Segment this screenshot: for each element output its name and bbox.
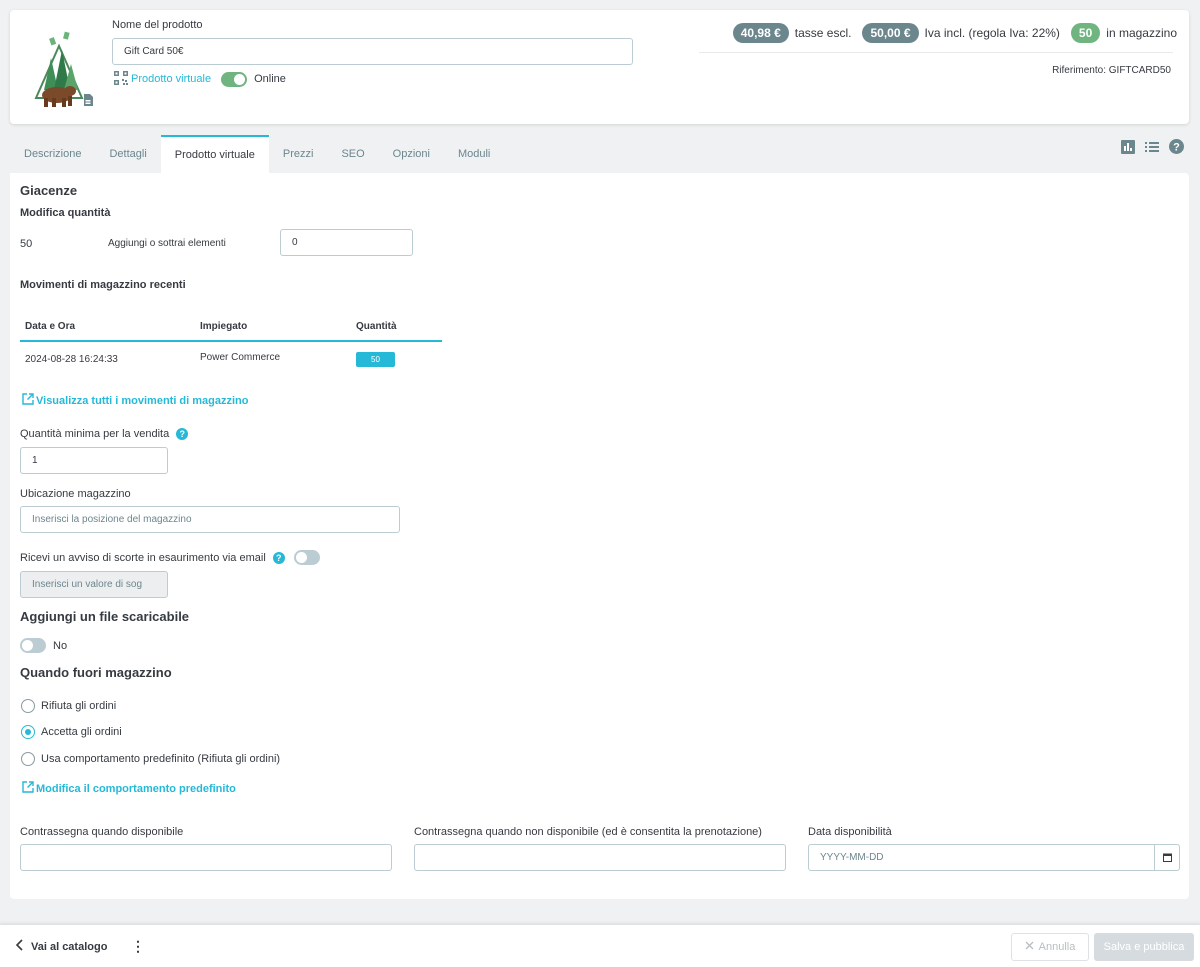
price-incl-label: Iva incl. (regola Iva: 22%) (924, 26, 1060, 40)
downloadable-file-toggle-label: No (53, 639, 68, 652)
divider (699, 52, 1173, 53)
product-tabs: Descrizione Dettagli Prodotto virtuale P… (10, 135, 504, 173)
downloadable-file-row: No (20, 638, 67, 653)
view-all-movements-text: Visualizza tutti i movimenti di magazzin… (36, 394, 249, 407)
stock-title: Giacenze (20, 183, 78, 198)
bar-chart-icon[interactable] (1121, 139, 1135, 157)
tab-prodotto-virtuale[interactable]: Prodotto virtuale (160, 135, 269, 173)
table-header: Data e Ora Impiegato Quantità (20, 314, 442, 342)
tab-opzioni[interactable]: Opzioni (379, 135, 444, 172)
product-header: Nome del prodotto Gift Card 50€ Prodotto… (10, 10, 1189, 124)
location-label: Ubicazione magazzino (20, 488, 131, 500)
low-stock-row: Ricevi un avviso di scorte in esauriment… (20, 550, 320, 565)
tab-seo[interactable]: SEO (327, 135, 378, 172)
min-qty-label-row: Quantità minima per la vendita ? (20, 428, 189, 440)
radio-button-selected[interactable] (21, 725, 35, 739)
row-quantity-badge: 50 (356, 352, 395, 367)
modify-default-behavior-text: Modifica il comportamento predefinito (36, 782, 236, 795)
close-icon (1025, 941, 1034, 953)
availability-date-label: Data disponibilità (808, 826, 892, 838)
add-quantity-input[interactable]: 0 (280, 229, 413, 256)
document-icon[interactable] (83, 94, 93, 106)
external-link-icon (22, 781, 34, 796)
cancel-button-label: Annulla (1038, 941, 1076, 953)
external-link-icon (22, 393, 34, 408)
chevron-left-icon (15, 939, 23, 954)
save-and-publish-button[interactable]: Salva e pubblica (1094, 933, 1194, 961)
back-to-catalog-label: Vai al catalogo (31, 940, 108, 953)
current-quantity: 50 (20, 238, 33, 250)
out-stock-input[interactable] (414, 844, 786, 871)
radio-default-behavior[interactable]: Usa comportamento predefinito (Rifiuta g… (21, 752, 280, 766)
help-icon[interactable]: ? (176, 428, 189, 440)
stock-label: in magazzino (1106, 26, 1177, 40)
min-qty-label: Quantità minima per la vendita (20, 428, 170, 440)
price-excl-badge: 40,98 € (732, 23, 789, 43)
virtual-product-link[interactable]: Prodotto virtuale (131, 73, 211, 85)
footer-bar: Vai al catalogo ⋮ Annulla Salva e pubbli… (0, 924, 1200, 967)
view-all-movements-link[interactable]: Visualizza tutti i movimenti di magazzin… (22, 393, 249, 408)
tab-descrizione[interactable]: Descrizione (10, 135, 95, 172)
radio-accept-orders-label: Accetta gli ordini (41, 726, 122, 738)
online-toggle[interactable] (221, 71, 248, 87)
radio-deny-orders[interactable]: Rifiuta gli ordini (21, 699, 116, 713)
tab-toolbar: ? (1121, 139, 1184, 157)
radio-button[interactable] (21, 752, 35, 766)
table-row: 2024-08-28 16:24:33 Power Commerce 50 (20, 342, 442, 376)
list-icon[interactable] (1145, 141, 1159, 156)
back-to-catalog-link[interactable]: Vai al catalogo (15, 939, 108, 954)
radio-deny-orders-label: Rifiuta gli ordini (41, 700, 117, 712)
min-qty-input[interactable]: 1 (20, 447, 168, 474)
row-date: 2024-08-28 16:24:33 (25, 354, 118, 365)
out-stock-label: Contrassegna quando non disponibile (ed … (414, 826, 762, 838)
product-name-label: Nome del prodotto (112, 19, 203, 31)
help-icon[interactable]: ? (1169, 139, 1184, 157)
low-stock-toggle[interactable] (293, 550, 320, 565)
modify-default-behavior-link[interactable]: Modifica il comportamento predefinito (22, 781, 236, 796)
price-excl-label: tasse escl. (794, 26, 852, 40)
column-header-quantity: Quantità (356, 321, 397, 332)
add-quantity-label: Aggiungi o sottrai elementi (108, 238, 226, 249)
in-stock-input[interactable] (20, 844, 392, 871)
more-options-icon[interactable]: ⋮ (131, 938, 145, 955)
low-stock-label: Ricevi un avviso di scorte in esauriment… (20, 551, 266, 564)
calendar-icon[interactable] (1154, 845, 1179, 870)
downloadable-file-title: Aggiungi un file scaricabile (20, 609, 190, 624)
stock-badge: 50 (1070, 23, 1101, 43)
svg-text:?: ? (1173, 142, 1180, 154)
virtual-product-row: Prodotto virtuale Online (114, 70, 286, 88)
low-stock-threshold-input[interactable]: Inserisci un valore di sog (20, 571, 168, 598)
in-stock-label: Contrassegna quando disponibile (20, 826, 184, 838)
row-employee: Power Commerce (200, 352, 281, 363)
out-of-stock-title: Quando fuori magazzino (20, 665, 172, 680)
tab-dettagli[interactable]: Dettagli (95, 135, 160, 172)
tab-prezzi[interactable]: Prezzi (269, 135, 328, 172)
column-header-date: Data e Ora (25, 321, 76, 332)
help-icon[interactable]: ? (272, 551, 285, 564)
downloadable-file-toggle[interactable] (20, 638, 46, 653)
product-name-input[interactable]: Gift Card 50€ (112, 38, 633, 65)
modify-quantity-title: Modifica quantità (20, 207, 111, 219)
radio-accept-orders[interactable]: Accetta gli ordini (21, 725, 122, 739)
availability-date-input[interactable]: YYYY-MM-DD (820, 845, 884, 870)
qr-code-icon (114, 70, 128, 88)
virtual-product-panel: Giacenze Modifica quantità 50 Aggiungi o… (10, 173, 1189, 899)
movements-table: Data e Ora Impiegato Quantità 2024-08-28… (20, 314, 442, 376)
price-incl-badge: 50,00 € (862, 23, 919, 43)
radio-button[interactable] (21, 699, 35, 713)
location-input[interactable]: Inserisci la posizione del magazzino (20, 506, 400, 533)
reference-text: Riferimento: GIFTCARD50 (1052, 65, 1171, 76)
column-header-employee: Impiegato (200, 321, 248, 332)
online-label: Online (254, 73, 286, 85)
radio-default-behavior-label: Usa comportamento predefinito (Rifiuta g… (41, 753, 281, 765)
recent-movements-title: Movimenti di magazzino recenti (20, 279, 186, 291)
price-summary: 40,98 € tasse escl. 50,00 € Iva incl. (r… (732, 22, 1177, 44)
availability-date-field[interactable]: YYYY-MM-DD (808, 844, 1180, 871)
tab-moduli[interactable]: Moduli (444, 135, 504, 172)
cancel-button[interactable]: Annulla (1011, 933, 1089, 961)
